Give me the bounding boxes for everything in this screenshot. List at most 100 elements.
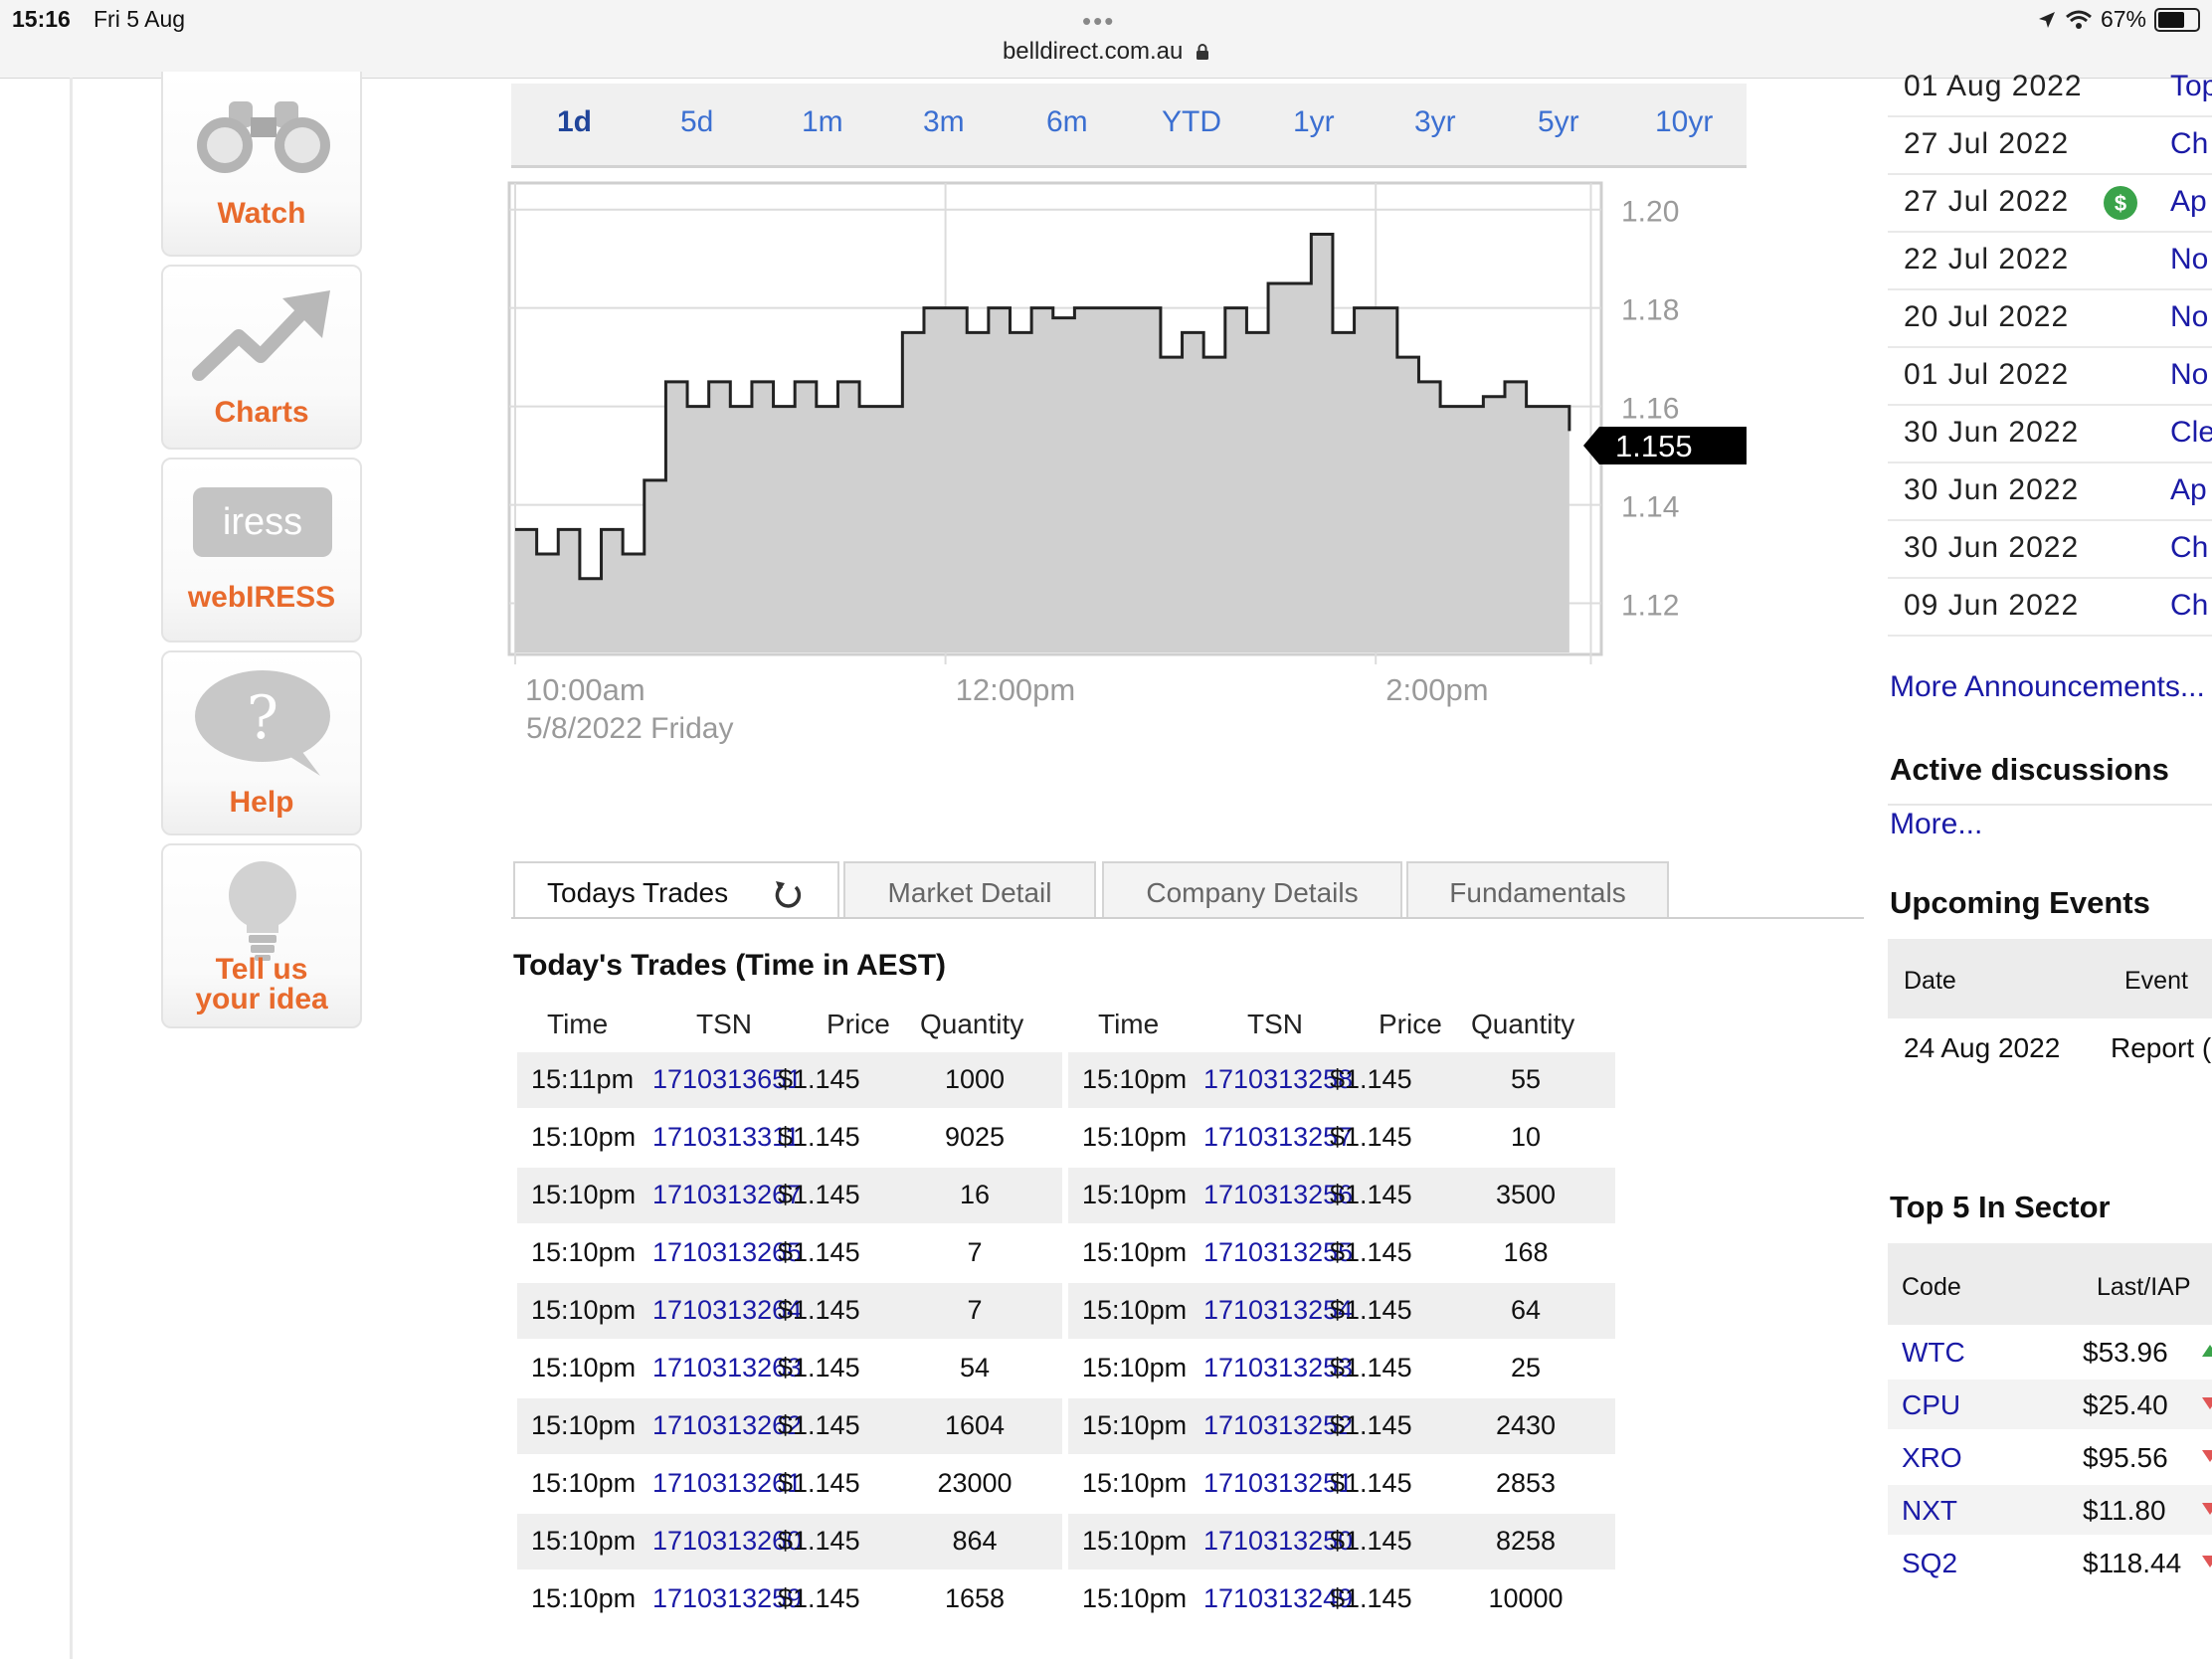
- announcement-row[interactable]: 30 Jun 2022 Ch: [1888, 521, 2212, 579]
- range-tab-3yr[interactable]: 3yr: [1414, 105, 1456, 139]
- binoculars-icon: [197, 101, 330, 173]
- top5-header-code: Code: [1902, 1273, 1961, 1301]
- trade-price: $1.145: [778, 1410, 860, 1440]
- location-arrow-icon: [2038, 11, 2055, 28]
- header-time-2: Time: [1098, 1009, 1160, 1039]
- help-label: Help: [229, 786, 294, 819]
- sector-last: $95.56: [2083, 1442, 2168, 1473]
- trade-time: 15:10pm: [531, 1180, 637, 1209]
- sector-last: $53.96: [2083, 1337, 2168, 1368]
- range-tab-5d[interactable]: 5d: [680, 105, 713, 139]
- range-tab-6m[interactable]: 6m: [1046, 105, 1088, 139]
- idea-label: Tell us your idea: [163, 955, 360, 1014]
- trade-price: $1.145: [778, 1526, 860, 1556]
- trade-row: 15:10pm 1710313311 $1.145 9025: [517, 1110, 1062, 1166]
- header-tsn: TSN: [696, 1009, 752, 1039]
- range-tab-5yr[interactable]: 5yr: [1538, 105, 1579, 139]
- announcement-title[interactable]: Ap: [2170, 473, 2207, 507]
- address-bar[interactable]: belldirect.com.au: [0, 38, 2212, 66]
- trade-row: 15:10pm 1710313249 $1.145 10000: [1068, 1571, 1615, 1627]
- tab-fundamentals[interactable]: Fundamentals: [1406, 861, 1669, 919]
- announcement-title[interactable]: No: [2170, 300, 2208, 334]
- sector-row: SQ2 $118.44: [1888, 1538, 2212, 1587]
- more-dots-icon[interactable]: •••: [1082, 6, 1115, 37]
- trade-price: $1.145: [1330, 1468, 1412, 1498]
- trade-qty: 55: [1510, 1064, 1542, 1094]
- trade-price: $1.145: [778, 1583, 860, 1613]
- sector-code[interactable]: XRO: [1902, 1442, 1962, 1474]
- watch-label: Watch: [217, 197, 306, 230]
- announcement-title[interactable]: No: [2170, 358, 2208, 392]
- refresh-icon[interactable]: [772, 879, 804, 911]
- trade-price: $1.145: [1330, 1353, 1412, 1382]
- announcement-title[interactable]: Ch: [2170, 531, 2208, 565]
- trade-row: 15:10pm 1710313254 $1.145 64: [1068, 1283, 1615, 1339]
- range-tab-1yr[interactable]: 1yr: [1293, 105, 1335, 139]
- url-text[interactable]: belldirect.com.au: [1003, 38, 1183, 65]
- announcement-title[interactable]: Cle: [2170, 416, 2212, 450]
- trend-arrow-icon: [192, 290, 330, 381]
- range-tab-10yr[interactable]: 10yr: [1655, 105, 1713, 139]
- tab-todays-trades[interactable]: Todays Trades: [513, 861, 839, 919]
- sector-code[interactable]: SQ2: [1902, 1548, 1957, 1579]
- tell-us-your-idea-button[interactable]: Tell us your idea: [161, 843, 362, 1028]
- trade-qty: 7: [967, 1237, 983, 1267]
- announcement-row[interactable]: 01 Aug 2022 Top: [1888, 60, 2212, 117]
- page-left-border: [70, 78, 73, 1659]
- range-tab-3m[interactable]: 3m: [923, 105, 965, 139]
- announcement-date: 30 Jun 2022: [1904, 473, 2080, 506]
- more-announcements-link[interactable]: More Announcements...: [1890, 670, 2205, 704]
- announcement-title[interactable]: Ap: [2170, 185, 2207, 219]
- events-header-event: Event: [2124, 967, 2188, 995]
- sector-code[interactable]: CPU: [1902, 1389, 1960, 1421]
- trade-row: 15:10pm 1710313251 $1.145 2853: [1068, 1456, 1615, 1512]
- range-tab-1d[interactable]: 1d: [557, 105, 592, 139]
- watch-button[interactable]: Watch: [161, 72, 362, 257]
- announcement-row[interactable]: 01 Jul 2022 No: [1888, 348, 2212, 406]
- announcement-row[interactable]: 30 Jun 2022 Ap: [1888, 463, 2212, 521]
- announcement-row[interactable]: 27 Jul 2022 Ch: [1888, 117, 2212, 175]
- sector-row: CPU $25.40: [1888, 1380, 2212, 1429]
- trade-row: 15:10pm 1710313259 $1.145 1658: [517, 1571, 1062, 1627]
- trade-row: 15:10pm 1710313264 $1.145 7: [517, 1283, 1062, 1339]
- announcement-title[interactable]: Top: [2170, 70, 2212, 103]
- y-tick-label: 1.14: [1621, 491, 1679, 524]
- announcement-date: 27 Jul 2022: [1904, 185, 2070, 218]
- trade-row: 15:10pm 1710313262 $1.145 1604: [517, 1398, 1062, 1454]
- price-chart[interactable]: 1.20 1.18 1.16 1.14 1.12 10:00am 12:00pm 2:00p…: [507, 179, 1760, 756]
- trade-row: 15:10pm 1710313260 $1.145 864: [517, 1514, 1062, 1569]
- webiress-button[interactable]: iress webIRESS: [161, 458, 362, 643]
- announcement-row[interactable]: 20 Jul 2022 No: [1888, 290, 2212, 348]
- announcement-row[interactable]: 27 Jul 2022 Ap $: [1888, 175, 2212, 233]
- trade-price: $1.145: [1330, 1064, 1412, 1094]
- events-header-date: Date: [1904, 967, 1956, 995]
- upcoming-events-heading: Upcoming Events: [1890, 885, 2150, 920]
- chart-date-label: 5/8/2022 Friday: [526, 712, 733, 745]
- y-tick-label: 1.20: [1621, 196, 1679, 229]
- sector-code[interactable]: WTC: [1902, 1337, 1965, 1369]
- range-tab-1m[interactable]: 1m: [802, 105, 843, 139]
- help-button[interactable]: ? Help: [161, 650, 362, 835]
- tab-company-details[interactable]: Company Details: [1102, 861, 1402, 919]
- announcement-row[interactable]: 22 Jul 2022 No: [1888, 233, 2212, 290]
- discussions-more-link[interactable]: More...: [1890, 808, 1982, 841]
- tab-market-detail[interactable]: Market Detail: [843, 861, 1096, 919]
- charts-button[interactable]: Charts: [161, 265, 362, 450]
- announcement-row[interactable]: 30 Jun 2022 Cle: [1888, 406, 2212, 463]
- announcement-title[interactable]: Ch: [2170, 127, 2208, 161]
- announcement-title[interactable]: No: [2170, 243, 2208, 276]
- chart-range-tabs: 1d 5d 1m 3m 6m YTD 1yr 3yr 5yr 10yr: [511, 84, 1747, 168]
- announcement-title[interactable]: Ch: [2170, 589, 2208, 623]
- sector-code[interactable]: NXT: [1902, 1495, 1957, 1527]
- trade-time: 15:10pm: [531, 1583, 637, 1613]
- announcement-date: 22 Jul 2022: [1904, 243, 2070, 276]
- event-date: 24 Aug 2022: [1904, 1032, 2061, 1063]
- x-tick-label: 12:00pm: [956, 672, 1076, 707]
- trade-qty: 1000: [944, 1064, 1006, 1094]
- x-tick-label: 10:00am: [525, 672, 645, 707]
- y-tick-label: 1.16: [1621, 393, 1679, 426]
- event-name: Report (: [2111, 1032, 2212, 1063]
- range-tab-ytd[interactable]: YTD: [1162, 105, 1221, 139]
- trade-price: $1.145: [778, 1122, 860, 1152]
- announcement-row[interactable]: 09 Jun 2022 Ch: [1888, 579, 2212, 637]
